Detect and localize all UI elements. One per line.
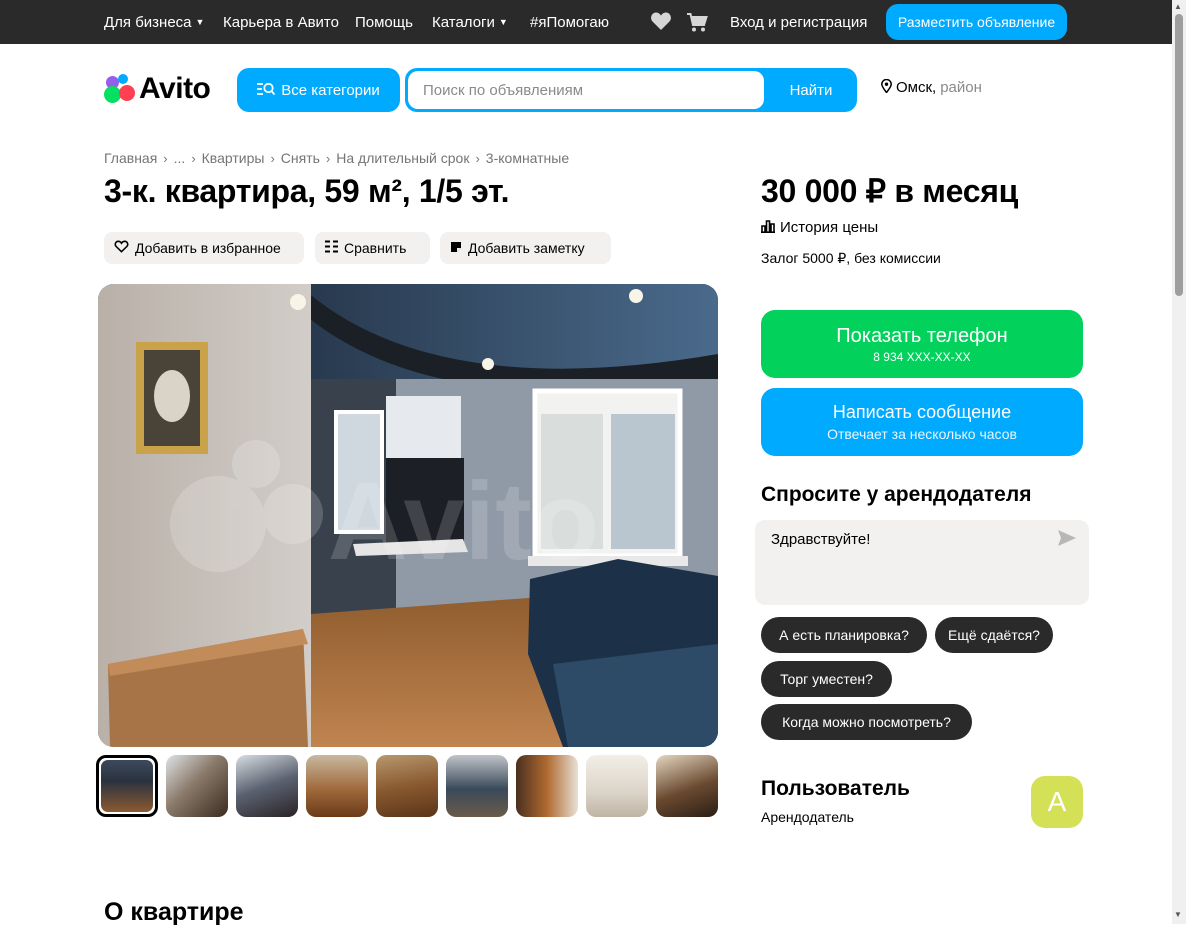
seller-name[interactable]: Пользователь bbox=[761, 777, 910, 801]
add-note-button[interactable]: Добавить заметку bbox=[440, 232, 611, 264]
main-photo[interactable]: Avito bbox=[98, 284, 718, 747]
quick-question-chip[interactable]: Торг уместен? bbox=[761, 661, 892, 697]
seller-role: Арендодатель bbox=[761, 809, 854, 825]
nav-catalogs-label: Каталоги bbox=[432, 13, 495, 31]
nav-help[interactable]: Помощь bbox=[355, 0, 413, 44]
thumbnail[interactable] bbox=[236, 755, 298, 817]
thumbnail[interactable] bbox=[446, 755, 508, 817]
chart-icon bbox=[761, 219, 775, 236]
login-link[interactable]: Вход и регистрация bbox=[730, 0, 867, 44]
response-time: Отвечает за несколько часов bbox=[827, 426, 1017, 442]
scroll-up-icon[interactable]: ▲ bbox=[1174, 2, 1182, 11]
ask-message-input[interactable]: Здравствуйте! bbox=[755, 520, 1045, 605]
apartment-photo-image: Avito bbox=[98, 284, 718, 747]
thumbnail[interactable] bbox=[656, 755, 718, 817]
breadcrumb: Главная › ... › Квартиры › Снять › На длител… bbox=[104, 150, 569, 166]
thumbnail[interactable] bbox=[166, 755, 228, 817]
ask-message-box: Здравствуйте! bbox=[755, 520, 1089, 605]
logo-wordmark: Avito bbox=[139, 72, 211, 105]
send-icon[interactable] bbox=[1058, 530, 1076, 551]
chevron-down-icon: ▼ bbox=[195, 17, 205, 27]
photo-thumbnails bbox=[96, 755, 726, 817]
thumbnail[interactable] bbox=[96, 755, 158, 817]
compare-label: Сравнить bbox=[344, 240, 407, 256]
thumbnail[interactable] bbox=[516, 755, 578, 817]
breadcrumb-ellipsis[interactable]: ... bbox=[174, 150, 186, 166]
about-apartment-title: О квартире bbox=[104, 898, 244, 926]
show-phone-button[interactable]: Показать телефон 8 934 XXX-XX-XX bbox=[761, 310, 1083, 378]
location-city: Омск, bbox=[896, 79, 937, 96]
breadcrumb-3-rooms[interactable]: 3-комнатные bbox=[486, 150, 569, 166]
breadcrumb-separator-icon: › bbox=[325, 150, 331, 166]
search-input[interactable] bbox=[408, 71, 764, 109]
price-history-label: История цены bbox=[780, 219, 879, 236]
note-icon bbox=[450, 241, 462, 256]
nav-help-hashtag-label: #яПомогаю bbox=[530, 13, 609, 31]
thumbnail[interactable] bbox=[376, 755, 438, 817]
deposit-info: Залог 5000 ₽, без комиссии bbox=[761, 250, 941, 266]
heart-icon[interactable] bbox=[650, 11, 672, 33]
breadcrumb-rent[interactable]: Снять bbox=[281, 150, 320, 166]
avatar-letter: A bbox=[1047, 786, 1067, 817]
avatar[interactable]: A bbox=[1031, 776, 1083, 828]
avito-watermark: Avito bbox=[328, 460, 599, 583]
page-title: 3-к. квартира, 59 м², 1/5 эт. bbox=[104, 173, 510, 209]
add-to-favorites-button[interactable]: Добавить в избранное bbox=[104, 232, 304, 264]
scroll-down-icon[interactable]: ▼ bbox=[1174, 910, 1182, 919]
ask-landlord-title: Спросите у арендодателя bbox=[761, 483, 1032, 506]
breadcrumb-apartments[interactable]: Квартиры bbox=[202, 150, 265, 166]
favorite-label: Добавить в избранное bbox=[135, 240, 281, 256]
find-button[interactable]: Найти bbox=[765, 68, 857, 112]
post-ad-button[interactable]: Разместить объявление bbox=[886, 4, 1067, 40]
compare-icon bbox=[325, 240, 338, 256]
search-bar: Найти bbox=[405, 68, 857, 112]
chevron-down-icon: ▼ bbox=[498, 17, 508, 27]
all-categories-button[interactable]: Все категории bbox=[237, 68, 400, 112]
categories-search-icon bbox=[257, 82, 276, 99]
logo-dots-icon bbox=[104, 74, 136, 104]
nav-career[interactable]: Карьера в Авито bbox=[223, 0, 339, 44]
breadcrumb-separator-icon: › bbox=[163, 150, 168, 166]
nav-career-label: Карьера в Авито bbox=[223, 13, 339, 31]
phone-masked: 8 934 XXX-XX-XX bbox=[873, 349, 971, 364]
quick-question-chip[interactable]: Когда можно посмотреть? bbox=[761, 704, 972, 740]
price-history-link[interactable]: История цены bbox=[761, 219, 878, 236]
post-ad-label: Разместить объявление bbox=[897, 14, 1056, 30]
location-selector[interactable]: Омск, район bbox=[881, 78, 982, 96]
top-bar: Для бизнеса ▼ Карьера в Авито Помощь Ката… bbox=[0, 0, 1172, 44]
thumbnail[interactable] bbox=[586, 755, 648, 817]
scrollbar-thumb[interactable] bbox=[1175, 14, 1183, 296]
nav-help-label: Помощь bbox=[355, 13, 413, 31]
quick-question-chip[interactable]: А есть планировка? bbox=[761, 617, 927, 653]
breadcrumb-long-term[interactable]: На длительный срок bbox=[336, 150, 469, 166]
note-label: Добавить заметку bbox=[468, 240, 585, 256]
thumbnail[interactable] bbox=[306, 755, 368, 817]
nav-help-hashtag[interactable]: #яПомогаю bbox=[530, 0, 609, 44]
nav-catalogs[interactable]: Каталоги ▼ bbox=[432, 0, 508, 44]
nav-business[interactable]: Для бизнеса ▼ bbox=[104, 0, 204, 44]
breadcrumb-separator-icon: › bbox=[191, 150, 196, 166]
nav-business-label: Для бизнеса bbox=[104, 13, 192, 31]
heart-outline-icon bbox=[114, 240, 129, 256]
location-district: район bbox=[940, 79, 982, 96]
breadcrumb-separator-icon: › bbox=[475, 150, 480, 166]
show-phone-label: Показать телефон bbox=[836, 324, 1008, 347]
cart-icon[interactable] bbox=[686, 11, 708, 33]
write-message-button[interactable]: Написать сообщение Отвечает за несколько… bbox=[761, 388, 1083, 456]
quick-question-chip[interactable]: Ещё сдаётся? bbox=[935, 617, 1053, 653]
price: 30 000 ₽ в месяц bbox=[761, 173, 1018, 209]
find-label: Найти bbox=[789, 81, 833, 99]
breadcrumb-home[interactable]: Главная bbox=[104, 150, 157, 166]
login-label: Вход и регистрация bbox=[730, 13, 868, 31]
avito-logo[interactable]: Avito bbox=[104, 72, 211, 106]
breadcrumb-separator-icon: › bbox=[270, 150, 275, 166]
all-categories-label: Все категории bbox=[281, 81, 380, 99]
write-message-label: Написать сообщение bbox=[832, 402, 1012, 422]
map-pin-icon bbox=[881, 78, 892, 96]
compare-button[interactable]: Сравнить bbox=[315, 232, 430, 264]
